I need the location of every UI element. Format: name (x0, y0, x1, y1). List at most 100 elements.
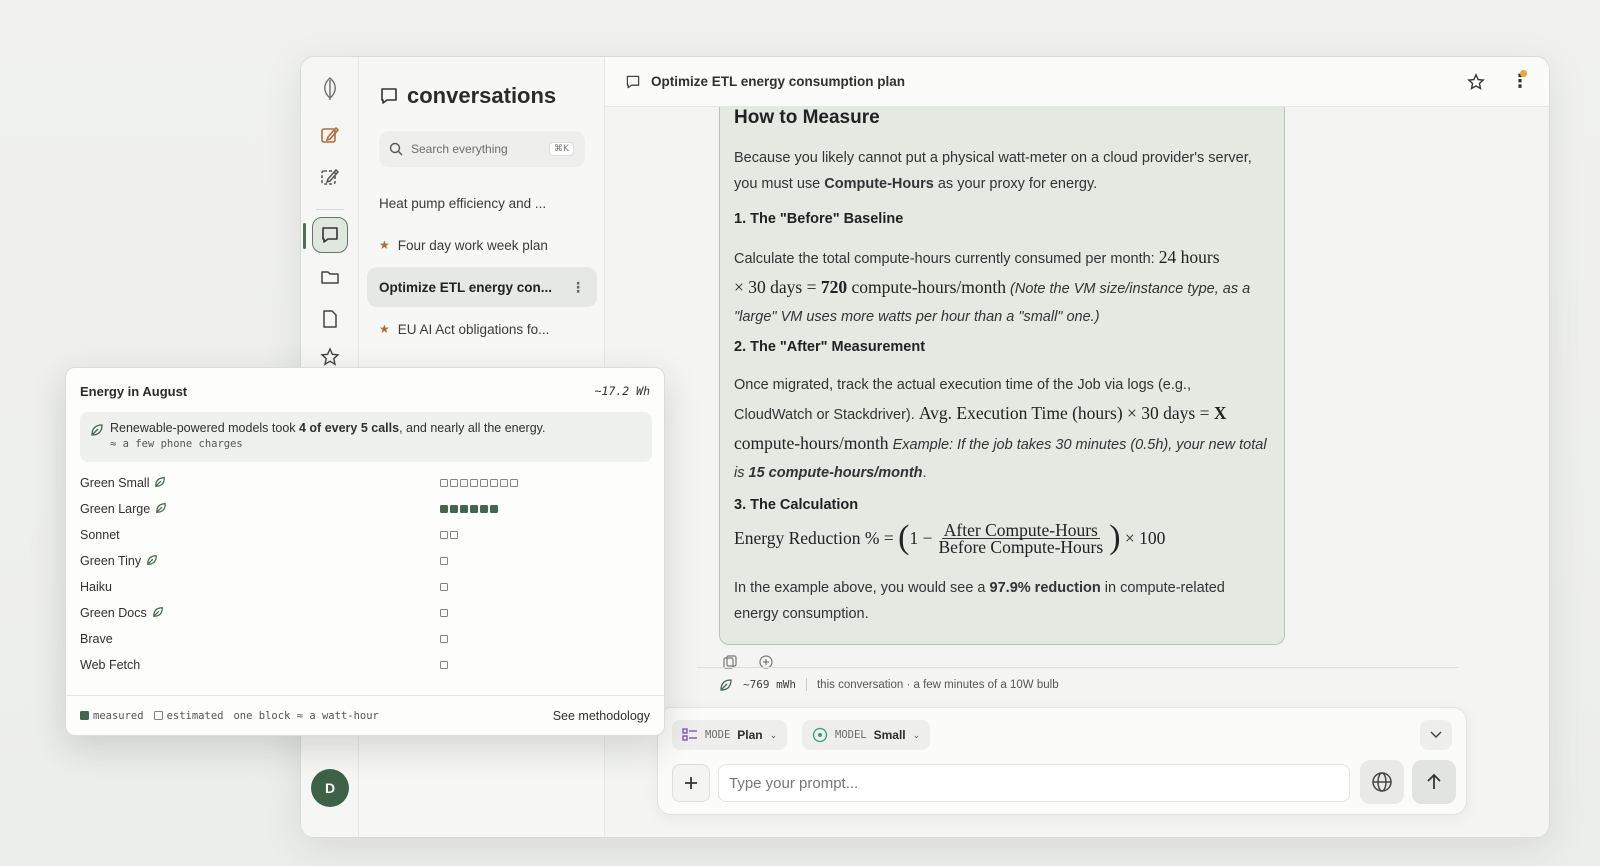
model-label: MODEL (835, 729, 867, 741)
active-indicator (303, 223, 306, 249)
leaf-icon (155, 502, 167, 517)
legend-unit: one block ≈ a watt-hour (233, 709, 379, 722)
send-button[interactable] (1412, 760, 1456, 804)
energy-block (440, 583, 448, 591)
legend-estimated: estimated (153, 710, 223, 722)
energy-block (470, 505, 478, 513)
search-box[interactable]: ⌘K (379, 131, 585, 167)
web-search-button[interactable] (1360, 760, 1404, 804)
energy-blocks (440, 583, 448, 591)
model-name: Green Large (80, 502, 151, 516)
conversations-title: conversations (407, 83, 557, 108)
methodology-link[interactable]: See methodology (553, 709, 650, 723)
plan-list-icon (682, 728, 697, 741)
section-3-title: 3. The Calculation (734, 497, 859, 513)
conversation-item-active[interactable]: Optimize ETL energy con... ⋮ (367, 267, 597, 307)
callout-sub: ≈ a few phone charges (110, 438, 243, 450)
section-1-body: Calculate the total compute-hours curren… (734, 247, 1251, 325)
intro-paragraph: Because you likely cannot put a physical… (734, 150, 1252, 192)
energy-block (440, 505, 448, 513)
rail-divider (316, 209, 344, 210)
energy-block (440, 531, 448, 539)
model-name: Sonnet (80, 528, 120, 542)
renewable-callout: Renewable-powered models took 4 of every… (80, 412, 652, 462)
star-filled-icon: ★ (379, 238, 390, 252)
conversations-header: conversations (379, 83, 556, 109)
energy-blocks (440, 531, 458, 539)
popup-total: ~17.2 Wh (594, 384, 650, 398)
model-row: Green Docs (80, 600, 650, 626)
model-name: Green Tiny (80, 554, 142, 568)
section-2-body: Once migrated, track the actual executio… (734, 377, 1267, 481)
chevron-down-icon: ⌄ (769, 729, 778, 740)
energy-blocks (440, 609, 448, 617)
chevron-down-icon: ⌄ (912, 729, 921, 740)
energy-block (460, 505, 468, 513)
energy-block (450, 479, 458, 487)
energy-blocks (440, 635, 448, 643)
attach-button[interactable] (672, 764, 710, 802)
collapse-button[interactable] (1420, 720, 1452, 750)
plus-icon (685, 777, 697, 789)
section-2-title: 2. The "After" Measurement (734, 339, 926, 355)
energy-blocks (440, 505, 498, 513)
model-row: Green Large (80, 496, 650, 522)
energy-block (440, 635, 448, 643)
model-value: Small (873, 728, 906, 742)
energy-block (440, 661, 448, 669)
folder-icon[interactable] (312, 259, 348, 295)
energy-block (490, 479, 498, 487)
edit-icon[interactable] (312, 159, 348, 195)
more-vertical-icon[interactable]: ⋮ (571, 279, 585, 296)
energy-block (450, 505, 458, 513)
conversation-label: Optimize ETL energy con... (379, 279, 553, 295)
notification-dot (1520, 70, 1527, 77)
search-input[interactable] (411, 142, 541, 156)
main-pane: Optimize ETL energy consumption plan ⋮ H… (605, 57, 1549, 837)
conversation-item[interactable]: ★ EU AI Act obligations fo... (367, 309, 597, 349)
popup-footer: measured estimated one block ≈ a watt-ho… (66, 695, 664, 735)
section-1-title: 1. The "Before" Baseline (734, 211, 904, 227)
document-icon[interactable] (312, 301, 348, 337)
energy-block (450, 531, 458, 539)
conversation-energy: ~769 mWh this conversation · a few minut… (697, 667, 1459, 701)
leaf-logo-icon[interactable] (312, 71, 348, 107)
composer: MODE Plan ⌄ MODEL Small ⌄ (657, 707, 1467, 815)
mode-value: Plan (737, 728, 763, 742)
model-row: Sonnet (80, 522, 650, 548)
energy-block (460, 479, 468, 487)
leaf-icon (720, 678, 732, 691)
leaf-icon (152, 606, 164, 621)
search-shortcut: ⌘K (549, 142, 574, 156)
conversation-item[interactable]: ★ Four day work week plan (367, 225, 597, 265)
new-chat-icon[interactable] (312, 117, 348, 153)
chat-icon[interactable] (312, 217, 348, 253)
conversation-item[interactable]: Heat pump efficiency and ... (367, 183, 597, 223)
globe-icon (1372, 772, 1392, 792)
leaf-icon (91, 424, 103, 436)
leaf-icon (154, 476, 166, 491)
energy-block (490, 505, 498, 513)
avatar[interactable]: D (311, 769, 349, 807)
model-selector[interactable]: MODEL Small ⌄ (802, 720, 931, 750)
energy-value: ~769 mWh (743, 678, 807, 691)
energy-block (510, 479, 518, 487)
star-outline-icon[interactable] (1467, 72, 1485, 91)
outro-paragraph: In the example above, you would see a 97… (734, 580, 1225, 622)
arrow-up-icon (1427, 773, 1441, 789)
model-row: Web Fetch (80, 652, 650, 678)
chevron-down-icon (1430, 731, 1442, 739)
model-name: Brave (80, 632, 113, 646)
mode-label: MODE (705, 729, 731, 741)
chat-bubble-icon (381, 88, 397, 104)
model-name: Green Docs (80, 606, 147, 620)
energy-blocks (440, 479, 518, 487)
prompt-input[interactable] (718, 764, 1350, 802)
energy-block (500, 479, 508, 487)
model-row: Brave (80, 626, 650, 652)
model-row: Green Tiny (80, 548, 650, 574)
conversation-label: EU AI Act obligations fo... (397, 321, 550, 337)
answer-card: How to Measure Because you likely cannot… (719, 107, 1285, 645)
mode-selector[interactable]: MODE Plan ⌄ (672, 720, 788, 750)
energy-description: this conversation · a few minutes of a 1… (816, 678, 1059, 691)
